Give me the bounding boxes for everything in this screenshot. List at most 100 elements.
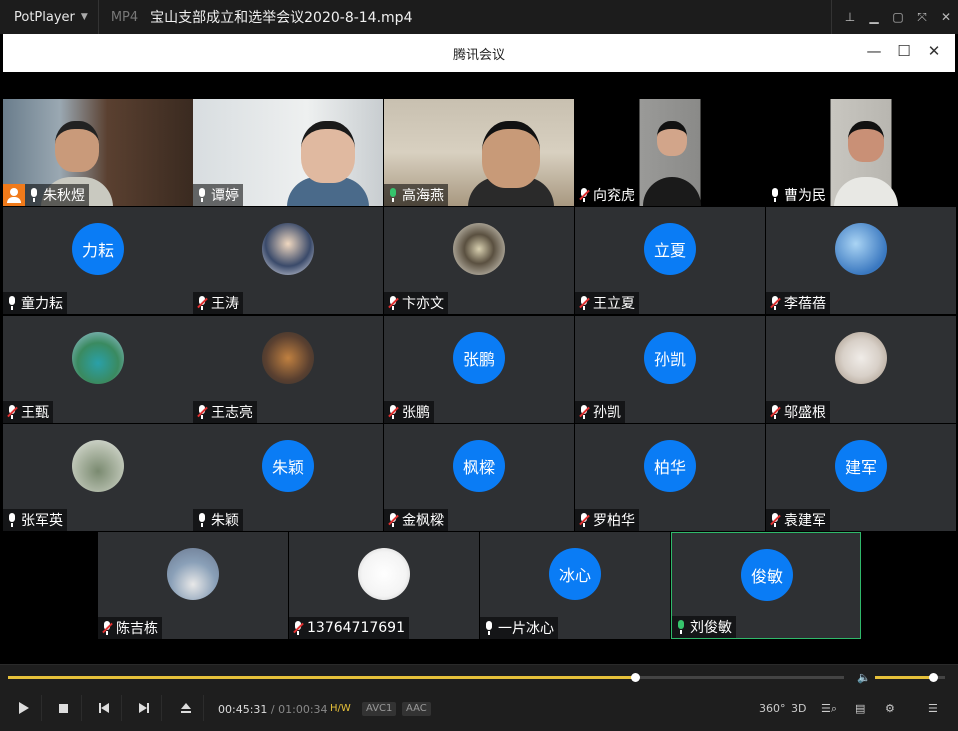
eject-button[interactable] [168,695,204,721]
gear-icon[interactable]: ⚙ [885,702,895,715]
participant-name: 朱秋煜 [43,188,85,204]
video-codec-badge[interactable]: AVC1 [362,702,397,716]
participant-name-bar: 王立夏 [575,292,639,314]
participant-name: 王甄 [21,405,49,421]
vr-360-button[interactable]: 360° [759,702,786,715]
participant-avatar [72,332,124,384]
participant-tile[interactable]: 王甄 [3,316,193,423]
participant-name-bar: 王涛 [193,292,243,314]
participant-tile[interactable]: 13764717691 [289,532,479,639]
total-time: 01:00:34 [278,703,328,716]
participant-name-bar: 向兖虎 [575,184,639,206]
participant-tile[interactable]: 力耘 童力耘 [3,207,193,314]
minimize-icon[interactable]: — [859,42,889,60]
menu-icon[interactable]: ☰ [928,702,938,715]
potplayer-menu-button[interactable]: PotPlayer ▼ [0,0,99,34]
fullscreen-icon[interactable]: ⤧ [910,10,934,25]
audio-codec-badge[interactable]: AAC [402,702,431,716]
microphone-icon [768,187,782,203]
participant-name: 王志亮 [211,405,253,421]
participant-tile[interactable]: 陈吉栋 [98,532,288,639]
participant-avatar [167,548,219,600]
time-display: 00:45:31 / 01:00:34 [218,703,328,716]
participant-tile[interactable]: 向兖虎 [575,99,765,206]
participant-tile[interactable]: 枫樑金枫樑 [384,424,574,531]
participant-tile[interactable]: 孙凯 孙凯 [575,316,765,423]
participant-name: 王立夏 [593,296,635,312]
microphone-icon [195,187,209,203]
participant-tile[interactable]: 俊敏 刘俊敏 [671,532,861,639]
participant-name: 高海燕 [402,188,444,204]
meeting-window-controls: — ☐ ✕ [859,42,949,60]
pin-icon[interactable]: ⊥ [838,10,862,24]
meeting-title: 腾讯会议 [452,48,505,63]
participant-name: 罗柏华 [593,513,635,529]
participant-tile[interactable]: 柏华 罗柏华 [575,424,765,531]
document-icon[interactable]: ▤ [855,702,865,715]
participant-avatar [262,223,314,275]
participant-name: 孙凯 [593,405,621,421]
minimize-icon[interactable]: ▁ [862,10,886,24]
hw-decoder-badge[interactable]: H/W [326,702,355,716]
participant-name: 金枫樑 [402,513,444,529]
participant-tile[interactable]: 建军 袁建军 [766,424,956,531]
participant-tile[interactable]: 张军英 [3,424,193,531]
participant-tile[interactable]: 曹为民 [766,99,956,206]
mic-muted-icon [577,187,591,203]
previous-button[interactable] [86,695,122,721]
play-button[interactable] [6,695,42,721]
participant-tile[interactable]: 立夏 王立夏 [575,207,765,314]
next-button[interactable] [126,695,162,721]
participant-avatar: 朱颖 [262,440,314,492]
mic-muted-icon [577,512,591,528]
participant-avatar [835,332,887,384]
close-icon[interactable]: ✕ [919,42,949,60]
3d-button[interactable]: 3D [791,702,806,715]
mic-muted-icon [768,295,782,311]
seek-handle[interactable] [631,673,640,682]
participant-avatar [835,223,887,275]
mic-muted-icon [195,295,209,311]
participant-avatar: 枫樑 [453,440,505,492]
participant-avatar: 孙凯 [644,332,696,384]
stop-button[interactable] [46,695,82,721]
participant-name-bar: 谭婷 [193,184,243,206]
participant-tile[interactable]: 邬盛根 [766,316,956,423]
participant-tile[interactable]: 冰心 一片冰心 [480,532,670,639]
participant-tile[interactable]: 卞亦文 [384,207,574,314]
participant-name-bar: 金枫樑 [384,509,448,531]
participant-tile[interactable]: 谭婷 [193,99,383,206]
microphone-icon [5,295,19,311]
restore-icon[interactable]: ▢ [886,10,910,24]
mic-muted-icon [195,404,209,420]
playlist-search-icon[interactable]: ☰⌕ [821,702,837,716]
volume-level [875,676,934,679]
microphone-icon [482,620,496,636]
participant-tile[interactable]: 王志亮 [193,316,383,423]
maximize-icon[interactable]: ☐ [889,42,919,60]
participant-name: 张鹏 [402,405,430,421]
participant-name: 13764717691 [307,620,405,636]
participant-tile[interactable]: 朱颖 朱颖 [193,424,383,531]
meeting-title-bar: 腾讯会议 — ☐ ✕ [3,34,955,72]
participant-name: 朱颖 [211,513,239,529]
format-label: MP4 [110,9,139,25]
participant-name-bar: 张鹏 [384,401,434,423]
participant-name-bar: 邬盛根 [766,401,830,423]
seek-bar[interactable] [8,673,844,682]
mic-muted-icon [100,620,114,636]
volume-icon[interactable]: 🔈 [857,671,871,684]
participant-name-bar: 朱颖 [193,509,243,531]
participant-name: 邬盛根 [784,405,826,421]
participant-name-bar: 曹为民 [766,184,830,206]
close-icon[interactable]: ✕ [934,10,958,24]
participant-tile[interactable]: 朱秋煜 [3,99,193,206]
participant-tile[interactable]: 高海燕 [384,99,574,206]
participant-name-bar: 童力耘 [3,292,67,314]
volume-handle[interactable] [929,673,939,682]
volume-slider[interactable] [875,673,945,682]
stop-icon [59,703,68,713]
participant-tile[interactable]: 李蓓蓓 [766,207,956,314]
participant-tile[interactable]: 张鹏 张鹏 [384,316,574,423]
participant-tile[interactable]: 王涛 [193,207,383,314]
